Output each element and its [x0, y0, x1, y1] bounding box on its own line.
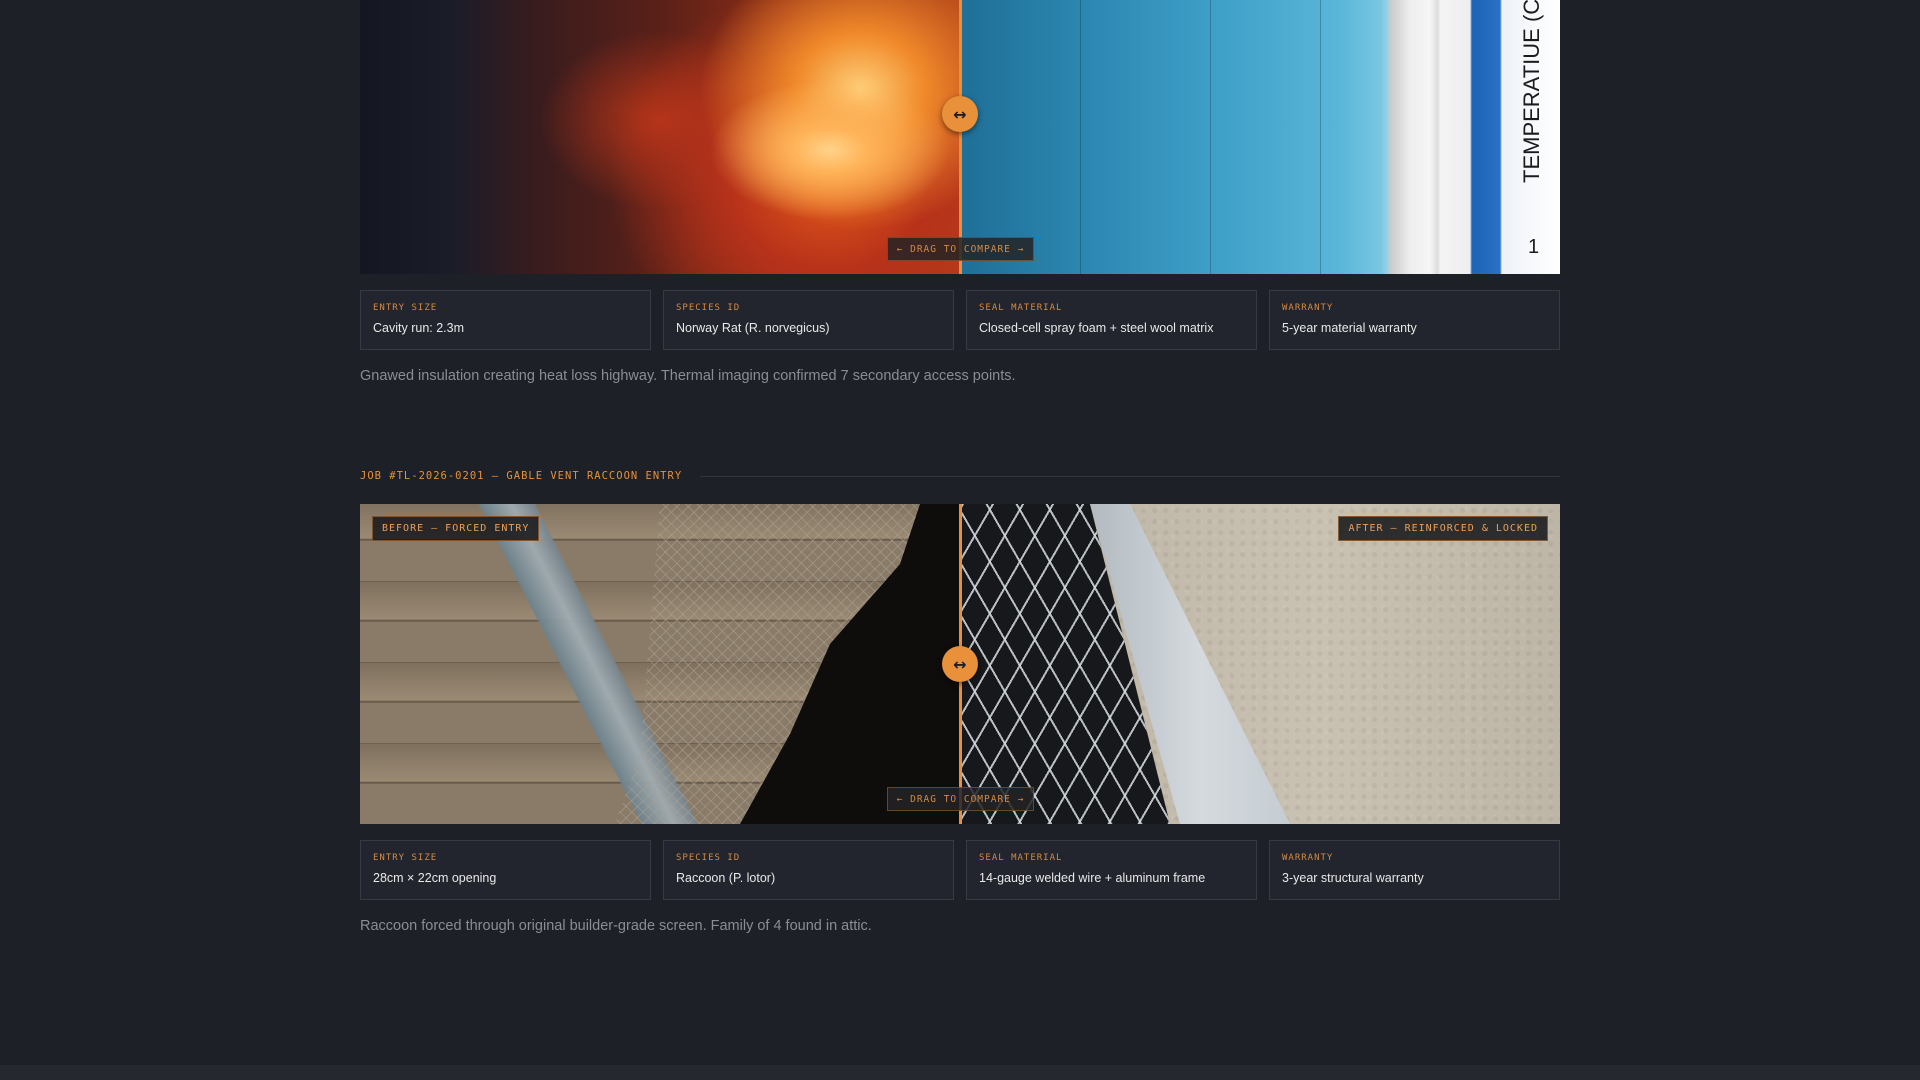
drag-to-compare-hint: ← DRAG TO COMPARE → — [887, 787, 1034, 811]
thermal-scale-number: 1 — [1528, 236, 1540, 258]
stat-label: SEAL MATERIAL — [979, 853, 1063, 863]
before-image-torn-vent — [360, 504, 960, 824]
stat-label: SPECIES ID — [676, 303, 741, 313]
stat-value: 5-year material warranty — [1282, 321, 1417, 335]
stat-value: Raccoon (P. lotor) — [676, 871, 776, 885]
job-stats: ENTRY SIZE 28cm × 22cm opening SPECIES I… — [360, 840, 1560, 900]
stat-label: WARRANTY — [1282, 303, 1334, 313]
stat-entry-size: ENTRY SIZE 28cm × 22cm opening — [360, 840, 651, 900]
stat-label: SPECIES ID — [676, 853, 741, 863]
after-image-reinforced-vent — [960, 504, 1560, 824]
before-after-comparison[interactable]: TEMPERATIUE (C) 1 ↔ ← DRAG TO COMPARE → — [360, 0, 1560, 274]
stat-entry-size: ENTRY SIZE Cavity run: 2.3m — [360, 290, 651, 350]
after-label: AFTER — REINFORCED & LOCKED — [1338, 516, 1548, 541]
header-divider — [700, 475, 1560, 477]
stat-value: Norway Rat (R. norvegicus) — [676, 321, 830, 335]
stat-label: ENTRY SIZE — [373, 853, 438, 863]
stat-seal-material: SEAL MATERIAL 14-gauge welded wire + alu… — [966, 840, 1257, 900]
stat-species-id: SPECIES ID Norway Rat (R. norvegicus) — [663, 290, 954, 350]
stat-value: 28cm × 22cm opening — [373, 871, 497, 885]
stat-species-id: SPECIES ID Raccoon (P. lotor) — [663, 840, 954, 900]
page: TEMPERATIUE (C) 1 ↔ ← DRAG TO COMPARE → … — [0, 0, 1920, 1080]
thermal-scale: TEMPERATIUE (C) 1 — [1512, 0, 1552, 274]
stat-value: 3-year structural warranty — [1282, 871, 1424, 885]
job-description: Gnawed insulation creating heat loss hig… — [360, 368, 1016, 384]
compare-handle-icon[interactable]: ↔ — [942, 646, 978, 682]
job-description: Raccoon forced through original builder-… — [360, 918, 872, 934]
footer-bar — [0, 1065, 1920, 1080]
stat-value: Cavity run: 2.3m — [373, 321, 465, 335]
compare-divider[interactable] — [959, 0, 962, 274]
job-stats: ENTRY SIZE Cavity run: 2.3m SPECIES ID N… — [360, 290, 1560, 350]
drag-to-compare-hint: ← DRAG TO COMPARE → — [887, 237, 1034, 261]
compare-handle-icon[interactable]: ↔ — [942, 96, 978, 132]
job-title: JOB #TL-2026-0201 — GABLE VENT RACCOON E… — [360, 470, 683, 482]
stat-label: ENTRY SIZE — [373, 303, 438, 313]
before-label: BEFORE — FORCED ENTRY — [372, 516, 540, 541]
stat-warranty: WARRANTY 3-year structural warranty — [1269, 840, 1560, 900]
stat-warranty: WARRANTY 5-year material warranty — [1269, 290, 1560, 350]
before-after-comparison[interactable]: BEFORE — FORCED ENTRY AFTER — REINFORCED… — [360, 504, 1560, 824]
after-image-sealed-wall: TEMPERATIUE (C) 1 — [960, 0, 1560, 274]
stat-seal-material: SEAL MATERIAL Closed-cell spray foam + s… — [966, 290, 1257, 350]
stat-label: SEAL MATERIAL — [979, 303, 1063, 313]
stat-value: Closed-cell spray foam + steel wool matr… — [979, 321, 1214, 335]
before-image-thermal — [360, 0, 960, 274]
job-header: JOB #TL-2026-0201 — GABLE VENT RACCOON E… — [360, 467, 1560, 485]
stat-label: WARRANTY — [1282, 853, 1334, 863]
stat-value: 14-gauge welded wire + aluminum frame — [979, 871, 1206, 885]
thermal-scale-label: TEMPERATIUE (C) — [1519, 0, 1544, 183]
